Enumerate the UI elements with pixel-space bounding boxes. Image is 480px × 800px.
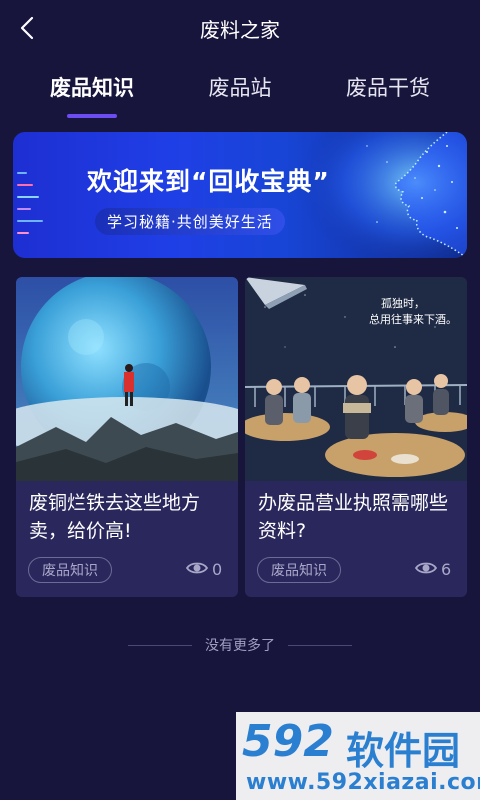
eye-icon	[186, 562, 208, 574]
category-tag[interactable]: 废品知识	[257, 557, 341, 583]
thumbnail-caption: 总用往事来下酒。	[369, 312, 457, 326]
watermark-url: www.592xiazai.com	[246, 770, 480, 795]
no-more-indicator: 没有更多了	[0, 635, 480, 655]
divider	[288, 645, 352, 646]
active-tab-indicator	[67, 114, 117, 118]
tab-label: 废品知识	[50, 76, 134, 100]
header: 废料之家	[0, 0, 480, 56]
article-title: 废铜烂铁去这些地方卖，给价高!	[29, 492, 201, 542]
article-thumbnail	[16, 277, 238, 481]
promo-banner[interactable]: 欢迎来到“回收宝典” 学习秘籍·共创美好生活	[13, 132, 467, 258]
watermark-name: 软件园	[346, 729, 461, 773]
tab-bar: 废品知识 废品站 废品干货	[0, 72, 480, 122]
article-card[interactable]: 废铜烂铁去这些地方卖，给价高! 废品知识 0	[16, 277, 238, 597]
tab-waste-knowledge[interactable]: 废品知识	[12, 72, 172, 118]
eye-icon	[415, 562, 437, 574]
page-title: 废料之家	[200, 18, 280, 42]
thumbnail-caption: 孤独时，	[381, 297, 425, 310]
tab-label: 废品站	[208, 76, 272, 100]
watermark: 592 软件园 www.592xiazai.com	[236, 712, 480, 800]
banner-subtitle: 学习秘籍·共创美好生活	[95, 208, 285, 235]
banner-headline: 欢迎来到“回收宝典”	[87, 167, 330, 196]
watermark-logo: 592	[242, 716, 334, 767]
article-title: 办废品营业执照需哪些资料?	[258, 492, 449, 542]
article-thumbnail: 孤独时， 总用往事来下酒。	[245, 277, 467, 481]
category-tag[interactable]: 废品知识	[28, 557, 112, 583]
tab-waste-tips[interactable]: 废品干货	[308, 72, 468, 102]
tab-label: 废品干货	[346, 76, 430, 100]
no-more-text: 没有更多了	[205, 638, 275, 654]
view-count: 0	[212, 560, 223, 579]
tab-waste-station[interactable]: 废品站	[160, 72, 320, 102]
article-card[interactable]: 孤独时， 总用往事来下酒。 办废品营业执照需哪些资料? 废品知识 6	[245, 277, 467, 597]
view-count: 6	[441, 560, 452, 579]
